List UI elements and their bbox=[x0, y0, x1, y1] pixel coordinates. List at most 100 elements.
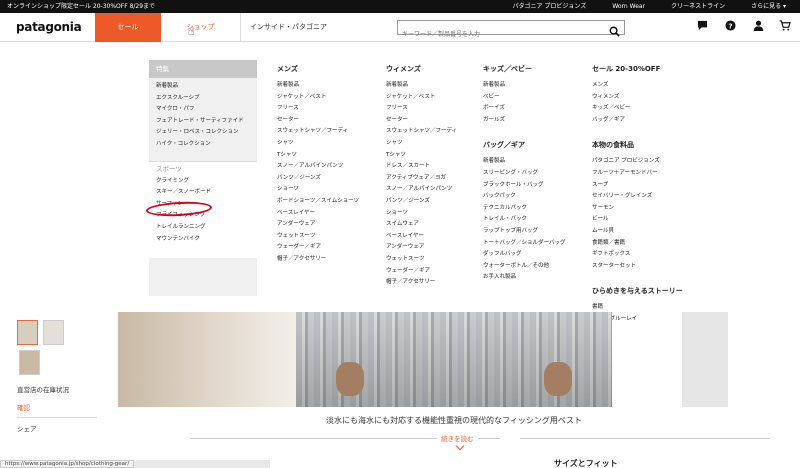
womens-item[interactable]: Tシャツ bbox=[386, 150, 457, 162]
search-icon[interactable] bbox=[609, 22, 620, 41]
bags-item[interactable]: ラップトップ用バッグ bbox=[483, 226, 565, 238]
sale-item[interactable]: バッグ／ギア bbox=[592, 115, 683, 127]
sport-item[interactable]: トレイルランニング bbox=[149, 222, 257, 234]
womens-item[interactable]: スノー／アルパインパンツ bbox=[386, 184, 457, 196]
featured-item[interactable]: 新着製品 bbox=[149, 81, 257, 93]
food-item[interactable]: フルーツ＋アーモンドバー bbox=[592, 168, 683, 180]
read-more-link[interactable]: 続きを読む bbox=[437, 433, 478, 443]
womens-item[interactable]: 新着製品 bbox=[386, 80, 457, 92]
sale-item[interactable]: ウィメンズ bbox=[592, 92, 683, 104]
womens-item[interactable]: パンツ／ジーンズ bbox=[386, 196, 457, 208]
kids-heading[interactable]: キッズ／ベビー bbox=[483, 64, 565, 80]
product-thumbnail[interactable] bbox=[43, 320, 64, 345]
womens-item[interactable]: スウェットシャツ／フーディ bbox=[386, 126, 457, 138]
womens-item[interactable]: ウェーダー／ギア bbox=[386, 266, 457, 278]
featured-item[interactable]: マイクロ・パフ bbox=[149, 104, 257, 116]
chevron-down-icon[interactable] bbox=[455, 441, 465, 451]
food-item[interactable]: ギフトボックス bbox=[592, 249, 683, 261]
womens-item[interactable]: セーター bbox=[386, 115, 457, 127]
product-thumbnail[interactable] bbox=[17, 320, 38, 345]
mens-item[interactable]: ボードショーツ／スイムショーツ bbox=[277, 196, 359, 208]
topbar-link-worn-wear[interactable]: Worn Wear bbox=[612, 0, 645, 13]
womens-item[interactable]: シャツ bbox=[386, 138, 457, 150]
mens-item[interactable]: パンツ／ジーンズ bbox=[277, 173, 359, 185]
mens-item[interactable]: ウェットスーツ bbox=[277, 231, 359, 243]
featured-item[interactable]: フェアトレード・サーティファイド bbox=[149, 116, 257, 128]
patagonia-logo[interactable]: patagonia bbox=[16, 20, 82, 34]
mens-item[interactable]: セーター bbox=[277, 115, 359, 127]
kids-item[interactable]: 新着製品 bbox=[483, 80, 565, 92]
featured-item[interactable]: エクスクルーシブ bbox=[149, 93, 257, 105]
womens-item[interactable]: 帽子／アクセサリー bbox=[386, 277, 457, 289]
topbar-link-provisions[interactable]: パタゴニア プロビジョンズ bbox=[513, 0, 587, 13]
mens-item[interactable]: Tシャツ bbox=[277, 150, 359, 162]
bags-item[interactable]: ダッフルバッグ bbox=[483, 249, 565, 261]
topbar-link-cleanest-line[interactable]: クリーネストライン bbox=[671, 0, 725, 13]
mens-item[interactable]: ウェーダー／ギア bbox=[277, 242, 359, 254]
sport-item[interactable]: マウンテンバイク bbox=[149, 234, 257, 246]
womens-item[interactable]: ウェットスーツ bbox=[386, 254, 457, 266]
bags-item[interactable]: スリーピング・バッグ bbox=[483, 168, 565, 180]
bags-item[interactable]: トートバッグ／ショルダーバッグ bbox=[483, 238, 565, 250]
bags-item[interactable]: トレイル・パック bbox=[483, 214, 565, 226]
bags-item[interactable]: ウォーターボトル／その他 bbox=[483, 261, 565, 273]
mens-item[interactable]: アンダーウェア bbox=[277, 219, 359, 231]
kids-item[interactable]: ボーイズ bbox=[483, 103, 565, 115]
mens-item[interactable]: シャツ bbox=[277, 138, 359, 150]
bags-item[interactable]: ブラックホール・バッグ bbox=[483, 180, 565, 192]
product-thumbnail[interactable] bbox=[19, 350, 40, 375]
sport-item[interactable]: クライミング bbox=[149, 176, 257, 188]
kids-item[interactable]: ベビー bbox=[483, 92, 565, 104]
nav-sale[interactable]: セール bbox=[95, 13, 161, 42]
nav-shop[interactable]: ショップ bbox=[161, 13, 241, 42]
sale-item[interactable]: キッズ／ベビー bbox=[592, 103, 683, 115]
womens-item[interactable]: アンダーウェア bbox=[386, 242, 457, 254]
nav-inside-patagonia[interactable]: インサイド・パタゴニア bbox=[250, 13, 327, 42]
mens-item[interactable]: 新着製品 bbox=[277, 80, 359, 92]
food-item[interactable]: パタゴニア プロビジョンズ bbox=[592, 156, 683, 168]
bags-item[interactable]: バックパック bbox=[483, 191, 565, 203]
mens-item[interactable]: ジャケット／ベスト bbox=[277, 92, 359, 104]
womens-item[interactable]: ベースレイヤー bbox=[386, 231, 457, 243]
bags-heading[interactable]: バッグ／ギア bbox=[483, 140, 565, 156]
food-item[interactable]: スープ bbox=[592, 180, 683, 192]
featured-item[interactable]: ハイク・コレクション bbox=[149, 139, 257, 151]
cart-icon[interactable] bbox=[779, 20, 791, 31]
womens-item[interactable]: ドレス／スカート bbox=[386, 161, 457, 173]
womens-item[interactable]: ショーツ bbox=[386, 208, 457, 220]
food-item[interactable]: セイバリー・グレインズ bbox=[592, 191, 683, 203]
topbar-link-more[interactable]: さらに見る ▾ bbox=[751, 0, 786, 13]
food-item[interactable]: ビール bbox=[592, 214, 683, 226]
help-icon[interactable]: ? bbox=[725, 20, 736, 31]
stories-heading[interactable]: ひらめきを与えるストーリー bbox=[592, 286, 683, 302]
womens-item[interactable]: ジャケット／ベスト bbox=[386, 92, 457, 104]
confirm-link[interactable]: 確認 bbox=[17, 402, 30, 412]
mens-heading[interactable]: メンズ bbox=[277, 64, 359, 80]
mens-item[interactable]: スノー／アルパインパンツ bbox=[277, 161, 359, 173]
mens-item[interactable]: フリース bbox=[277, 103, 359, 115]
chat-icon[interactable] bbox=[697, 20, 708, 31]
product-photo-main[interactable] bbox=[296, 312, 612, 407]
mens-item[interactable]: 帽子／アクセサリー bbox=[277, 254, 359, 266]
food-item[interactable]: スターターセット bbox=[592, 261, 683, 273]
womens-item[interactable]: アクティブウェア／ヨガ bbox=[386, 173, 457, 185]
bags-item[interactable]: お手入れ製品 bbox=[483, 272, 565, 284]
search-input[interactable] bbox=[398, 28, 603, 41]
featured-item[interactable]: ジェリー・ロペス・コレクション bbox=[149, 127, 257, 139]
bags-item[interactable]: 新着製品 bbox=[483, 156, 565, 168]
food-item[interactable]: 食籍類／書籍 bbox=[592, 238, 683, 250]
kids-item[interactable]: ガールズ bbox=[483, 115, 565, 127]
account-icon[interactable] bbox=[753, 20, 764, 31]
mens-item[interactable]: ショーツ bbox=[277, 184, 359, 196]
sale-heading[interactable]: セール 20-30%OFF bbox=[592, 64, 683, 80]
share-label[interactable]: シェア bbox=[17, 423, 37, 433]
bags-item[interactable]: テクニカルパック bbox=[483, 203, 565, 215]
food-item[interactable]: サーモン bbox=[592, 203, 683, 215]
promo-text[interactable]: オンラインショップ限定セール 20-30%OFF 8/29まで bbox=[7, 0, 155, 13]
mens-item[interactable]: ベースレイヤー bbox=[277, 208, 359, 220]
sale-item[interactable]: メンズ bbox=[592, 80, 683, 92]
mens-item[interactable]: スウェットシャツ／フーディ bbox=[277, 126, 359, 138]
food-item[interactable]: ムール貝 bbox=[592, 226, 683, 238]
womens-heading[interactable]: ウィメンズ bbox=[386, 64, 457, 80]
food-heading[interactable]: 本物の食料品 bbox=[592, 140, 683, 156]
